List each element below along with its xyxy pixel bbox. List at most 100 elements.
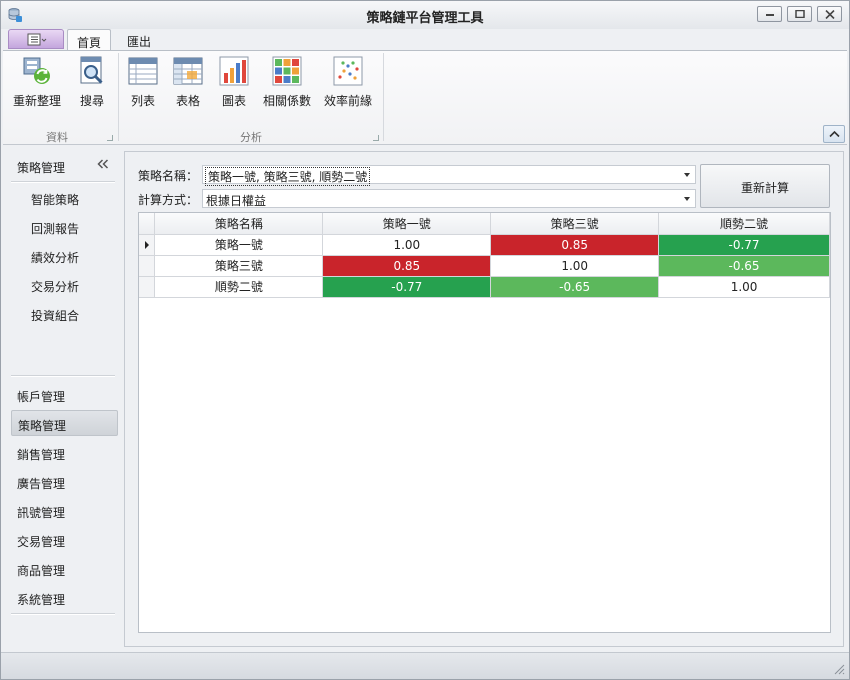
ribbon-separator xyxy=(118,53,119,141)
row-indicator[interactable] xyxy=(139,276,156,298)
bar-chart-icon xyxy=(219,56,249,86)
nav-sidebar: 策略管理 智能策略 回測報告 績效分析 交易分析 投資組合 帳戶管理 策略管理 … xyxy=(7,151,120,647)
row-indicator[interactable] xyxy=(139,255,156,277)
row-name-cell[interactable]: 策略三號 xyxy=(154,255,324,277)
list-label: 列表 xyxy=(130,94,155,108)
ribbon-tab-bar: 首頁 匯出 xyxy=(1,29,849,51)
row-name-cell[interactable]: 順勢二號 xyxy=(154,276,324,298)
table-icon xyxy=(173,57,203,85)
calc-method-combo[interactable]: 根據日權益 xyxy=(202,189,696,208)
list-icon xyxy=(128,57,158,85)
nav-divider xyxy=(11,375,115,377)
app-window: 策略鏈平台管理工具 首頁 匯出 重新整理 搜尋 資料 列表 表格 圖表 相關係數… xyxy=(0,0,850,680)
tab-export[interactable]: 匯出 xyxy=(119,29,159,51)
close-icon xyxy=(825,10,835,19)
row-indicator-header xyxy=(139,213,156,235)
table-button[interactable]: 表格 xyxy=(170,55,206,113)
nav-group-system[interactable]: 系統管理 xyxy=(11,585,118,611)
nav-item-performance[interactable]: 績效分析 xyxy=(31,249,79,266)
ribbon-separator xyxy=(383,53,384,141)
menu-icon xyxy=(27,33,47,46)
value-cell[interactable]: -0.65 xyxy=(490,276,660,298)
value-cell[interactable]: 1.00 xyxy=(322,234,492,256)
strategy-name-value: 策略一號, 策略三號, 順勢二號 xyxy=(205,167,371,186)
calc-method-value: 根據日權益 xyxy=(206,194,267,208)
current-row-arrow-icon xyxy=(144,240,149,249)
maximize-icon xyxy=(795,10,805,18)
value-cell[interactable]: 0.85 xyxy=(322,255,492,277)
minimize-button[interactable] xyxy=(757,6,782,22)
nav-item-trade-analysis[interactable]: 交易分析 xyxy=(31,278,79,295)
nav-group-trades[interactable]: 交易管理 xyxy=(11,527,118,553)
tab-home[interactable]: 首頁 xyxy=(67,29,111,51)
nav-group-strategies[interactable]: 策略管理 xyxy=(11,410,118,436)
chart-label: 圖表 xyxy=(221,94,246,108)
table-label: 表格 xyxy=(175,94,200,108)
chevron-down-icon[interactable] xyxy=(684,173,690,177)
value-cell[interactable]: -0.77 xyxy=(322,276,492,298)
scatter-icon xyxy=(333,56,363,86)
ribbon-panel: 重新整理 搜尋 資料 列表 表格 圖表 相關係數 效率前緣 分析 xyxy=(3,50,847,145)
nav-item-backtest-report[interactable]: 回測報告 xyxy=(31,220,79,237)
value-cell[interactable]: 1.00 xyxy=(658,276,830,298)
correlation-button[interactable]: 相關係數 xyxy=(259,55,315,113)
nav-header: 策略管理 xyxy=(7,151,120,181)
list-button[interactable]: 列表 xyxy=(125,55,161,113)
column-header[interactable]: 策略三號 xyxy=(490,213,660,235)
header-row: 策略名稱 策略一號 策略三號 順勢二號 xyxy=(139,213,830,235)
group-label-analysis: 分析 xyxy=(240,131,262,144)
nav-group-products[interactable]: 商品管理 xyxy=(11,556,118,582)
correlation-grid: 策略名稱 策略一號 策略三號 順勢二號 策略一號 1.00 0.85 -0.77… xyxy=(138,212,831,633)
nav-group-signals[interactable]: 訊號管理 xyxy=(11,498,118,524)
value-cell[interactable]: 1.00 xyxy=(490,255,660,277)
row-name-cell[interactable]: 策略一號 xyxy=(154,234,324,256)
nav-item-smart-strategy[interactable]: 智能策略 xyxy=(31,191,79,208)
nav-group-accounts[interactable]: 帳戶管理 xyxy=(11,382,118,408)
table-row[interactable]: 策略三號 0.85 1.00 -0.65 xyxy=(139,255,830,277)
app-menu-button[interactable] xyxy=(8,29,64,49)
value-cell[interactable]: -0.65 xyxy=(658,255,830,277)
chevron-double-left-icon[interactable] xyxy=(97,159,109,169)
ribbon-collapse-button[interactable] xyxy=(823,125,845,143)
value-cell[interactable]: 0.85 xyxy=(490,234,660,256)
nav-group-sales[interactable]: 銷售管理 xyxy=(11,440,118,466)
main-panel: 策略名稱： 策略一號, 策略三號, 順勢二號 計算方式： 根據日權益 重新計算 … xyxy=(124,151,844,647)
column-header[interactable]: 策略名稱 xyxy=(154,213,324,235)
correlation-table: 策略名稱 策略一號 策略三號 順勢二號 策略一號 1.00 0.85 -0.77… xyxy=(139,213,830,298)
refresh-button[interactable]: 重新整理 xyxy=(11,55,63,113)
nav-divider xyxy=(11,613,115,615)
efficient-frontier-button[interactable]: 效率前緣 xyxy=(321,55,375,113)
column-header[interactable]: 策略一號 xyxy=(322,213,492,235)
value-cell[interactable]: -0.77 xyxy=(658,234,830,256)
search-label: 搜尋 xyxy=(79,94,104,108)
strategy-name-combo[interactable]: 策略一號, 策略三號, 順勢二號 xyxy=(202,165,696,186)
group-data-launcher[interactable] xyxy=(107,135,113,141)
minimize-icon xyxy=(766,14,774,16)
search-icon xyxy=(80,56,103,84)
chevron-down-icon[interactable] xyxy=(684,197,690,201)
nav-item-portfolio[interactable]: 投資組合 xyxy=(31,307,79,324)
strategy-name-label: 策略名稱： xyxy=(138,169,199,183)
window-title: 策略鏈平台管理工具 xyxy=(366,11,484,26)
group-analysis-launcher[interactable] xyxy=(373,135,379,141)
recalculate-button[interactable]: 重新計算 xyxy=(700,164,830,208)
correlation-label: 相關係數 xyxy=(262,94,311,108)
nav-divider xyxy=(11,181,115,183)
refresh-icon xyxy=(23,57,50,84)
chevron-up-icon xyxy=(829,130,840,138)
resize-grip-icon[interactable] xyxy=(833,663,845,675)
nav-header-title: 策略管理 xyxy=(17,161,66,175)
row-indicator[interactable] xyxy=(139,234,156,256)
group-label-data: 資料 xyxy=(46,131,68,144)
title-bar: 策略鏈平台管理工具 xyxy=(1,1,849,29)
table-row[interactable]: 順勢二號 -0.77 -0.65 1.00 xyxy=(139,276,830,298)
column-header[interactable]: 順勢二號 xyxy=(658,213,830,235)
nav-group-ads[interactable]: 廣告管理 xyxy=(11,469,118,495)
heatmap-icon xyxy=(272,56,302,86)
close-button[interactable] xyxy=(817,6,842,22)
calc-method-label: 計算方式： xyxy=(138,193,199,207)
table-row[interactable]: 策略一號 1.00 0.85 -0.77 xyxy=(139,234,830,256)
chart-button[interactable]: 圖表 xyxy=(216,55,252,113)
maximize-button[interactable] xyxy=(787,6,812,22)
search-button[interactable]: 搜尋 xyxy=(71,55,113,113)
